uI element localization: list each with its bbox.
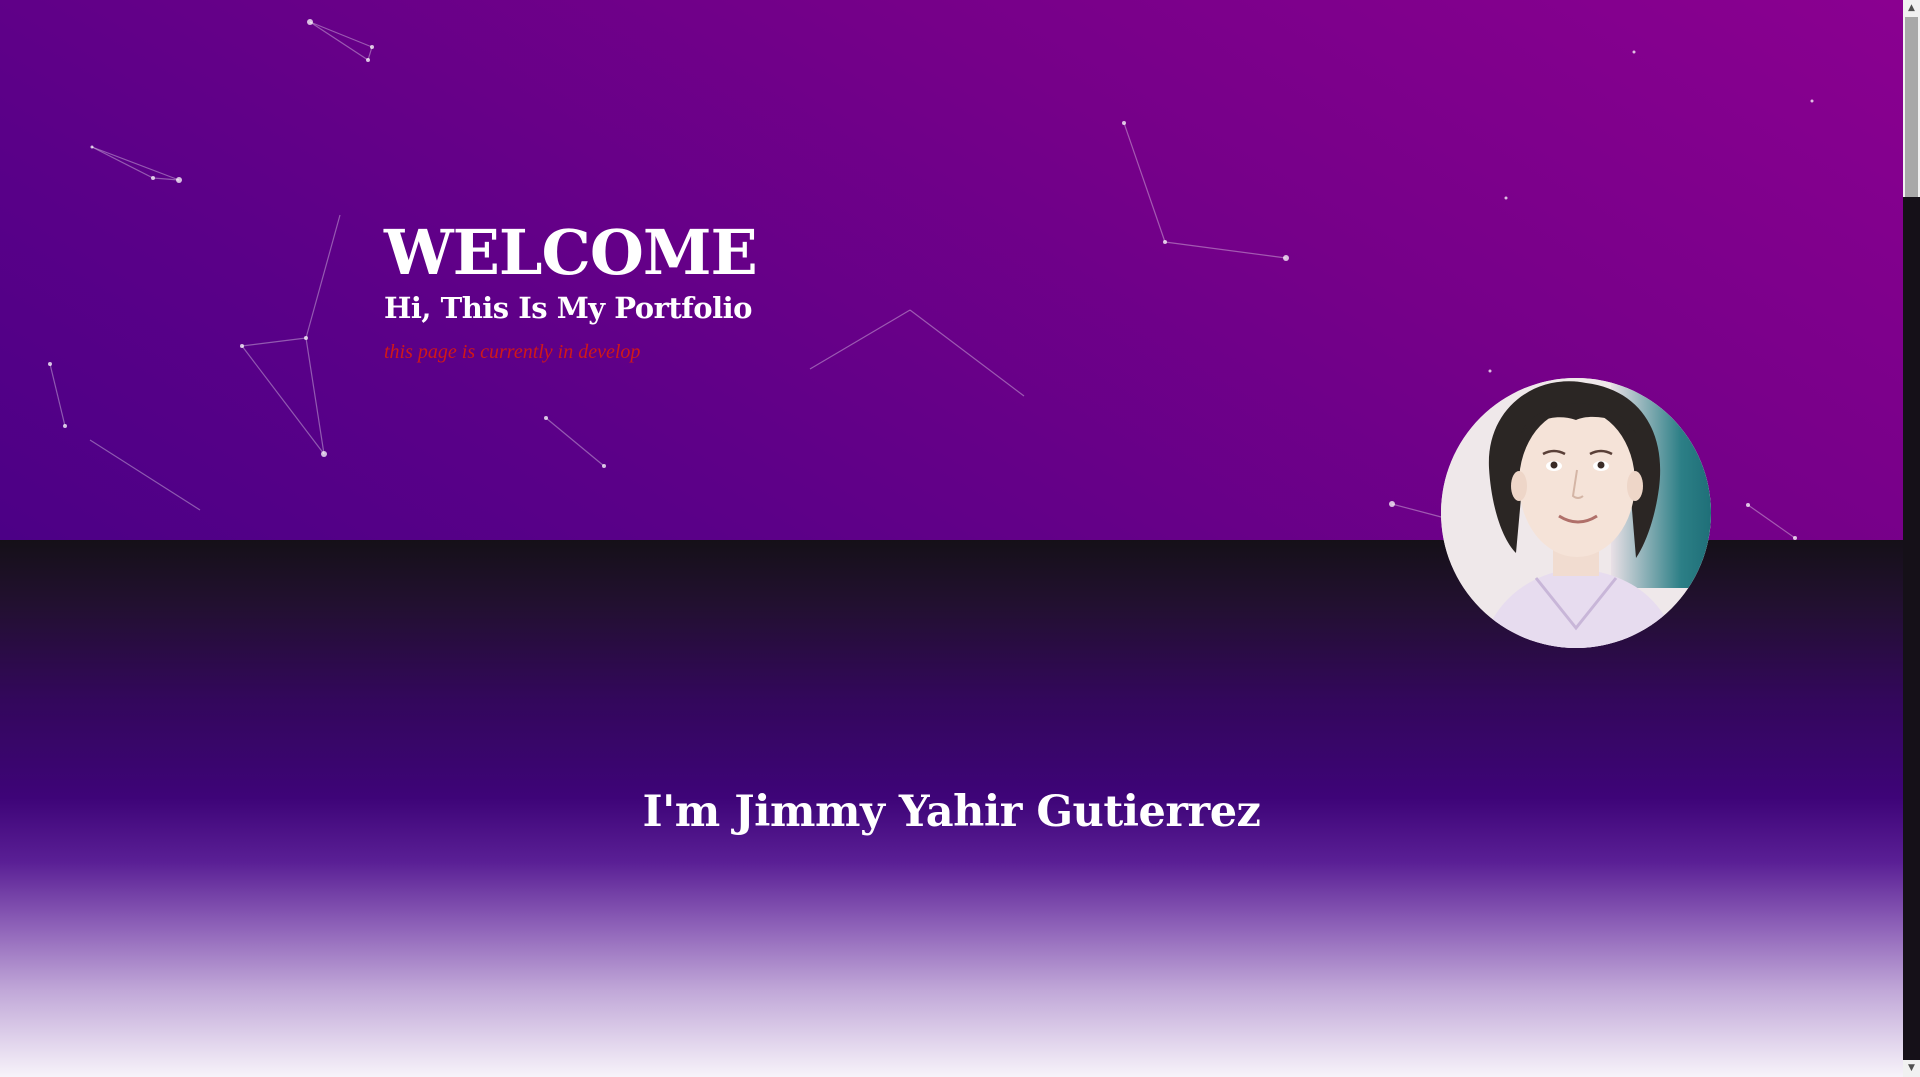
portfolio-page: WELCOME Hi, This Is My Portfolio this pa…: [0, 0, 1903, 1077]
page-scrollbar[interactable]: ▲ ▼: [1903, 0, 1920, 1077]
scroll-up-arrow-icon[interactable]: ▲: [1903, 0, 1920, 17]
hero-text-block: WELCOME Hi, This Is My Portfolio this pa…: [384, 216, 758, 366]
scroll-down-arrow-icon[interactable]: ▼: [1903, 1060, 1920, 1077]
scroll-thumb[interactable]: [1905, 17, 1918, 197]
profile-photo: [1441, 378, 1711, 648]
development-notice: this page is currently in develop: [384, 341, 641, 363]
intro-name-heading: I'm Jimmy Yahir Gutierrez: [642, 787, 1261, 837]
welcome-heading: WELCOME: [384, 216, 758, 289]
scroll-track[interactable]: [1903, 197, 1920, 1060]
avatar-photo-icon: [1441, 378, 1711, 648]
portfolio-subtitle: Hi, This Is My Portfolio: [384, 291, 752, 325]
